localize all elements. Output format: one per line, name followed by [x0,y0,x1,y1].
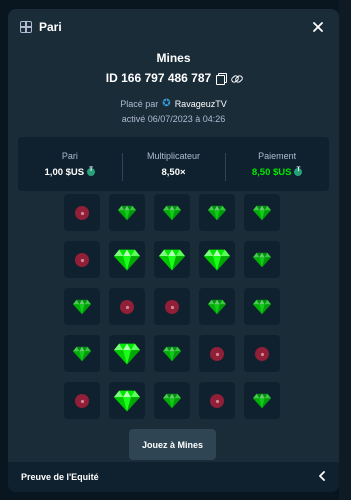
mine-tile [244,241,280,278]
mine-tile [154,335,190,372]
mine-tile [244,382,280,419]
gem-icon [118,205,136,220]
mine-tile [64,194,100,231]
stat-bet-value: 1,00 $US [44,166,85,178]
mine-icon [75,252,89,267]
gem-icon [204,249,230,270]
mine-tile [244,194,280,231]
tether-coin-icon [294,167,303,176]
mine-tile [64,241,100,278]
bet-details-modal: Pari Mines ID 166 797 486 787 Placé par … [8,9,339,492]
chevron-left-icon[interactable] [318,470,326,484]
mine-tile [109,382,145,419]
stats-box: Pari 1,00 $US Multiplicateur 8,50× Paiem… [18,137,329,191]
modal-title: Pari [39,20,62,34]
mine-tile [199,335,235,372]
mine-tile [154,382,190,419]
fairness-label: Preuve de l'Equité [21,472,99,482]
gem-icon [253,252,271,267]
mine-tile [109,335,145,372]
stat-multiplier-label: Multiplicateur [146,150,201,161]
placed-by-row: Placé par ✪ RavageuzTV [8,98,339,110]
stat-bet-label: Pari [61,150,78,161]
active-date: activé 06/07/2023 à 04:26 [121,114,226,124]
gem-icon [163,205,181,220]
mine-icon [120,299,134,314]
mine-tile [244,335,280,372]
stat-multiplier: Multiplicateur 8,50× [121,150,226,181]
gem-icon [163,393,181,408]
mine-tile [154,194,190,231]
stat-bet-value-row: 1,00 $US [18,167,122,178]
modal-header: Pari [8,9,339,45]
gem-icon [114,343,140,364]
gem-icon [253,299,271,314]
gem-icon [253,205,271,220]
mine-tile [199,194,235,231]
mine-icon [255,346,269,361]
gem-icon [208,205,226,220]
mine-tile [64,335,100,372]
mine-tile [199,241,235,278]
stat-multiplier-value-row: 8,50× [122,167,226,178]
gem-icon [253,393,271,408]
gem-icon [114,390,140,411]
mine-tile [199,382,235,419]
mine-tile [154,288,190,325]
close-icon [313,22,323,32]
gem-icon [73,346,91,361]
mine-tile [64,288,100,325]
gem-icon [73,299,91,314]
stat-payout-label: Paiement [258,150,297,161]
close-button[interactable] [309,18,327,36]
mine-tile [109,288,145,325]
play-mines-button[interactable]: Jouez à Mines [129,429,216,460]
mine-icon [210,393,224,408]
stat-payout: Paiement 8,50 $US [225,150,329,181]
tether-coin-icon [87,167,96,176]
mine-tile [109,241,145,278]
mine-tile [64,382,100,419]
stat-bet: Pari 1,00 $US [18,151,122,178]
placed-by-label: Placé par [120,99,159,109]
copy-icon[interactable] [216,72,228,85]
stat-payout-value-row: 8,50 $US [225,167,329,178]
bet-id: ID 166 797 486 787 [105,71,212,85]
link-icon[interactable] [231,73,241,84]
mine-icon [75,393,89,408]
mine-icon [165,299,179,314]
gem-icon [159,249,185,270]
mine-tile [199,288,235,325]
mines-grid [64,194,280,419]
star-icon: ✪ [162,98,171,109]
stat-payout-value: 8,50 $US [251,166,292,178]
gem-icon [114,249,140,270]
mine-icon [210,346,224,361]
mine-tile [109,194,145,231]
game-name: Mines [156,51,191,65]
fairness-bar[interactable]: Preuve de l'Equité [8,462,339,492]
mines-grid-icon [20,21,32,33]
bet-id-row: ID 166 797 486 787 [8,71,339,85]
mine-tile [244,288,280,325]
mine-tile [154,241,190,278]
placed-by-user[interactable]: RavageuzTV [175,99,227,109]
gem-icon [163,346,181,361]
gem-icon [208,299,226,314]
stat-multiplier-value: 8,50× [161,166,186,178]
mine-icon [75,205,89,220]
